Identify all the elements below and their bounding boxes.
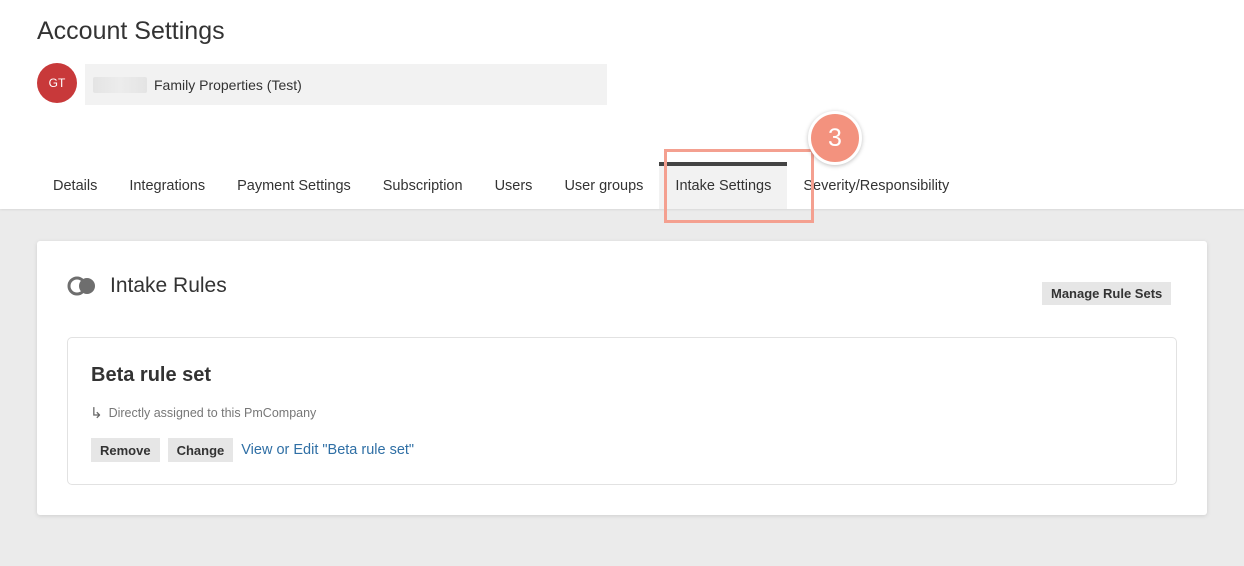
tab-subscription[interactable]: Subscription — [367, 162, 479, 209]
tab-intake-settings[interactable]: Intake Settings — [659, 162, 788, 209]
tab-integrations[interactable]: Integrations — [113, 162, 221, 209]
tab-details[interactable]: Details — [37, 162, 113, 209]
ruleset-actions: Remove Change View or Edit "Beta rule se… — [91, 438, 414, 462]
company-name-field: Family Properties (Test) — [85, 64, 607, 105]
page-header: Account Settings GT Family Properties (T… — [0, 0, 1244, 223]
overlapping-circles-icon — [67, 276, 95, 296]
avatar: GT — [37, 63, 77, 103]
view-edit-ruleset-link[interactable]: View or Edit "Beta rule set" — [241, 442, 414, 458]
ruleset-name: Beta rule set — [91, 364, 212, 386]
assignment-info: ↳ Directly assigned to this PmCompany — [90, 404, 316, 422]
tab-payment-settings[interactable]: Payment Settings — [221, 162, 367, 209]
remove-button[interactable]: Remove — [91, 438, 160, 462]
tutorial-step-badge: 3 — [808, 111, 862, 165]
intake-rules-card: Intake Rules Manage Rule Sets Beta rule … — [37, 241, 1207, 515]
tab-severity-responsibility[interactable]: Severity/Responsibility — [787, 162, 965, 209]
settings-tabs: Details Integrations Payment Settings Su… — [37, 162, 965, 209]
assignment-text: Directly assigned to this PmCompany — [108, 406, 317, 420]
redacted-text — [93, 76, 147, 93]
company-name: Family Properties (Test) — [154, 76, 302, 93]
arrow-return-right-icon: ↳ — [90, 405, 103, 422]
page-title: Account Settings — [37, 17, 225, 45]
intake-rules-title: Intake Rules — [110, 274, 227, 297]
manage-rule-sets-button[interactable]: Manage Rule Sets — [1042, 282, 1172, 305]
change-button[interactable]: Change — [167, 438, 234, 462]
tab-users[interactable]: Users — [479, 162, 549, 209]
tab-user-groups[interactable]: User groups — [548, 162, 659, 209]
ruleset-panel: Beta rule set ↳ Directly assigned to thi… — [67, 337, 1177, 485]
